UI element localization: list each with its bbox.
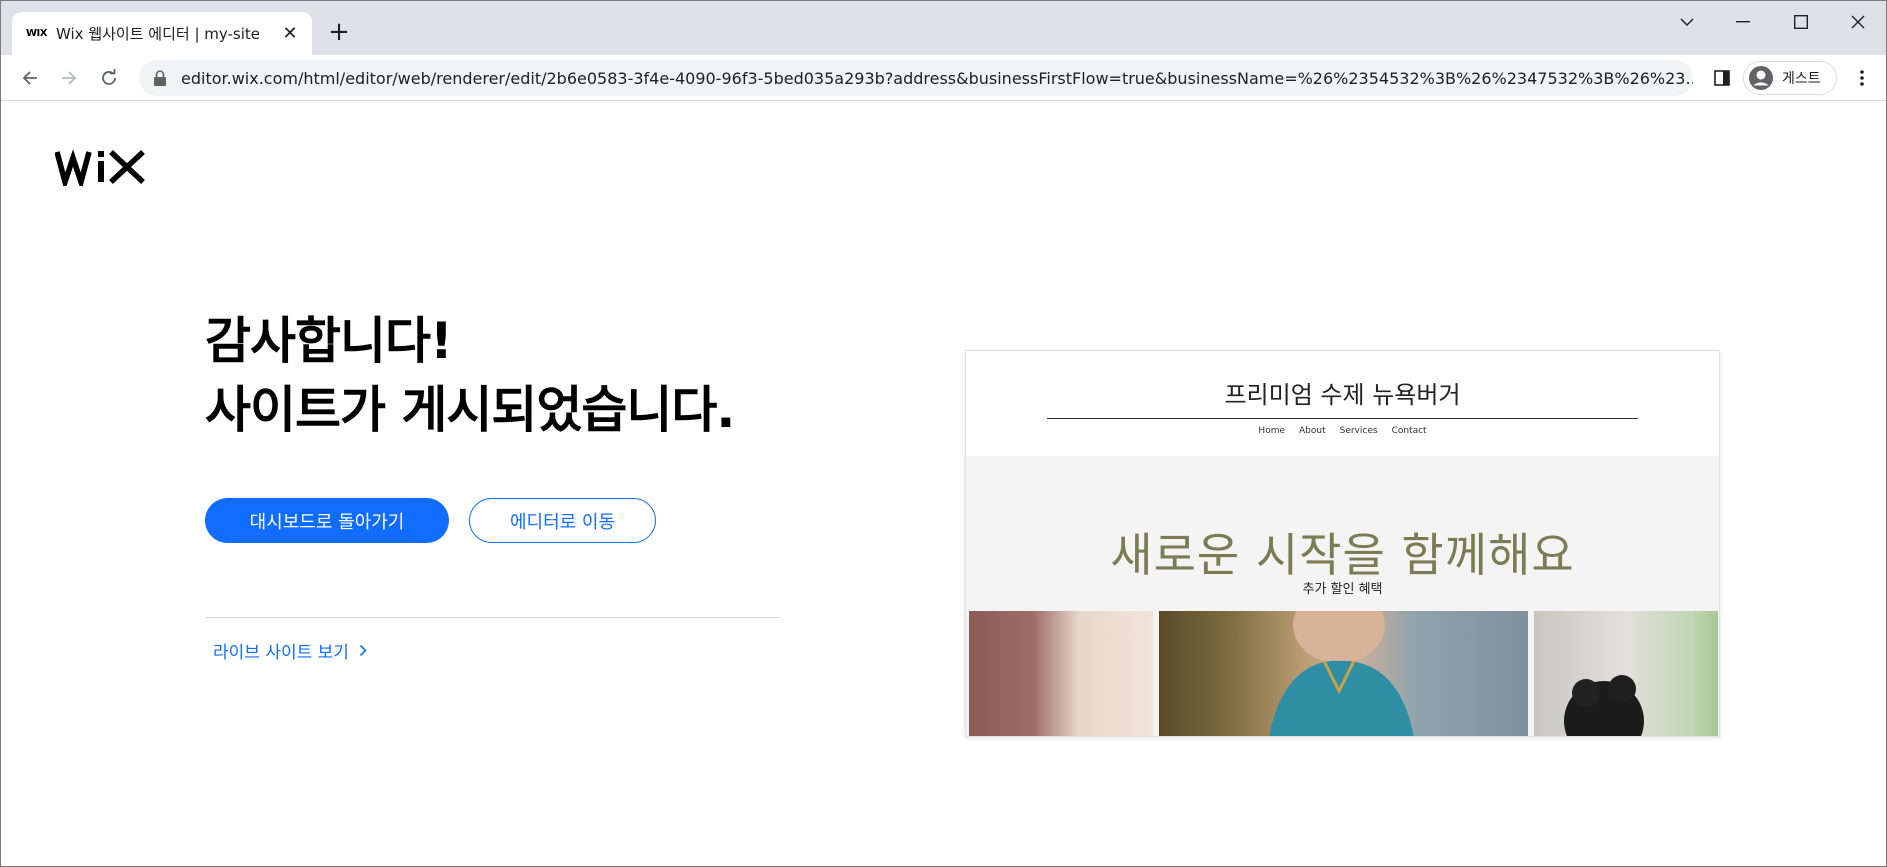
site-preview[interactable]: 프리미엄 수제 뉴욕버거 Home About Services Contact… xyxy=(965,350,1720,737)
profile-button[interactable]: 게스트 xyxy=(1743,61,1837,95)
browser-window: WIX Wix 웹사이트 에디터 | my-site ✕ + editor.wi… xyxy=(0,0,1887,867)
close-window-icon[interactable] xyxy=(1838,7,1878,37)
preview-nav-home: Home xyxy=(1258,426,1285,436)
preview-divider xyxy=(1047,418,1638,419)
maximize-icon[interactable] xyxy=(1781,7,1821,37)
address-bar[interactable]: editor.wix.com/html/editor/web/renderer/… xyxy=(139,60,1693,96)
preview-image-hair xyxy=(1534,611,1718,736)
preview-header: 프리미엄 수제 뉴욕버거 Home About Services Contact xyxy=(966,351,1719,456)
wix-logo[interactable] xyxy=(55,148,147,186)
lock-icon[interactable] xyxy=(153,70,167,86)
preview-hero-subtitle: 추가 할인 혜택 xyxy=(1302,582,1383,597)
profile-label: 게스트 xyxy=(1782,71,1821,87)
chevron-right-icon xyxy=(359,644,367,657)
back-to-dashboard-button[interactable]: 대시보드로 돌아가기 xyxy=(205,498,449,543)
preview-nav-about: About xyxy=(1299,426,1326,436)
more-menu-icon[interactable] xyxy=(1847,63,1877,93)
preview-hero-title: 새로운 시작을 함께해요 xyxy=(1110,528,1575,582)
heading-line-thanks: 감사합니다! xyxy=(205,312,453,370)
preview-nav: Home About Services Contact xyxy=(966,426,1719,436)
preview-image-hands xyxy=(969,611,1153,736)
forward-icon[interactable] xyxy=(54,63,84,93)
preview-person-shape xyxy=(1269,611,1414,736)
preview-hair-shape xyxy=(1564,675,1644,736)
view-live-site-link[interactable]: 라이브 사이트 보기 xyxy=(213,638,367,663)
publish-success-page: 감사합니다! 사이트가 게시되었습니다. 대시보드로 돌아가기 에디터로 이동 … xyxy=(1,102,1886,866)
avatar-icon xyxy=(1749,66,1773,90)
side-panel-icon[interactable] xyxy=(1707,63,1737,93)
preview-site-title: 프리미엄 수제 뉴욕버거 xyxy=(1224,381,1461,409)
preview-nav-contact: Contact xyxy=(1391,426,1427,436)
page-heading: 감사합니다! 사이트가 게시되었습니다. xyxy=(205,307,735,445)
tab-search-icon[interactable] xyxy=(1667,7,1707,37)
divider xyxy=(205,617,780,618)
preview-hero: 새로운 시작을 함께해요 추가 할인 혜택 xyxy=(966,456,1719,736)
reload-icon[interactable] xyxy=(94,63,124,93)
preview-image-person xyxy=(1159,611,1528,736)
wix-favicon-icon: WIX xyxy=(26,28,47,39)
view-live-site-label: 라이브 사이트 보기 xyxy=(213,643,349,663)
preview-nav-services: Services xyxy=(1339,426,1378,436)
heading-line-published: 사이트가 게시되었습니다. xyxy=(205,381,735,439)
go-to-editor-button[interactable]: 에디터로 이동 xyxy=(469,498,656,543)
tab-title: Wix 웹사이트 에디터 | my-site xyxy=(56,25,261,43)
tab-strip: WIX Wix 웹사이트 에디터 | my-site ✕ + xyxy=(1,1,1886,55)
url-text: editor.wix.com/html/editor/web/renderer/… xyxy=(181,68,1693,88)
tab-wix-editor[interactable]: WIX Wix 웹사이트 에디터 | my-site ✕ xyxy=(12,12,312,55)
new-tab-icon[interactable]: + xyxy=(324,18,354,48)
minimize-icon[interactable] xyxy=(1723,7,1763,37)
browser-toolbar: editor.wix.com/html/editor/web/renderer/… xyxy=(1,55,1886,101)
back-icon[interactable] xyxy=(15,63,45,93)
tab-close-icon[interactable]: ✕ xyxy=(280,23,300,44)
